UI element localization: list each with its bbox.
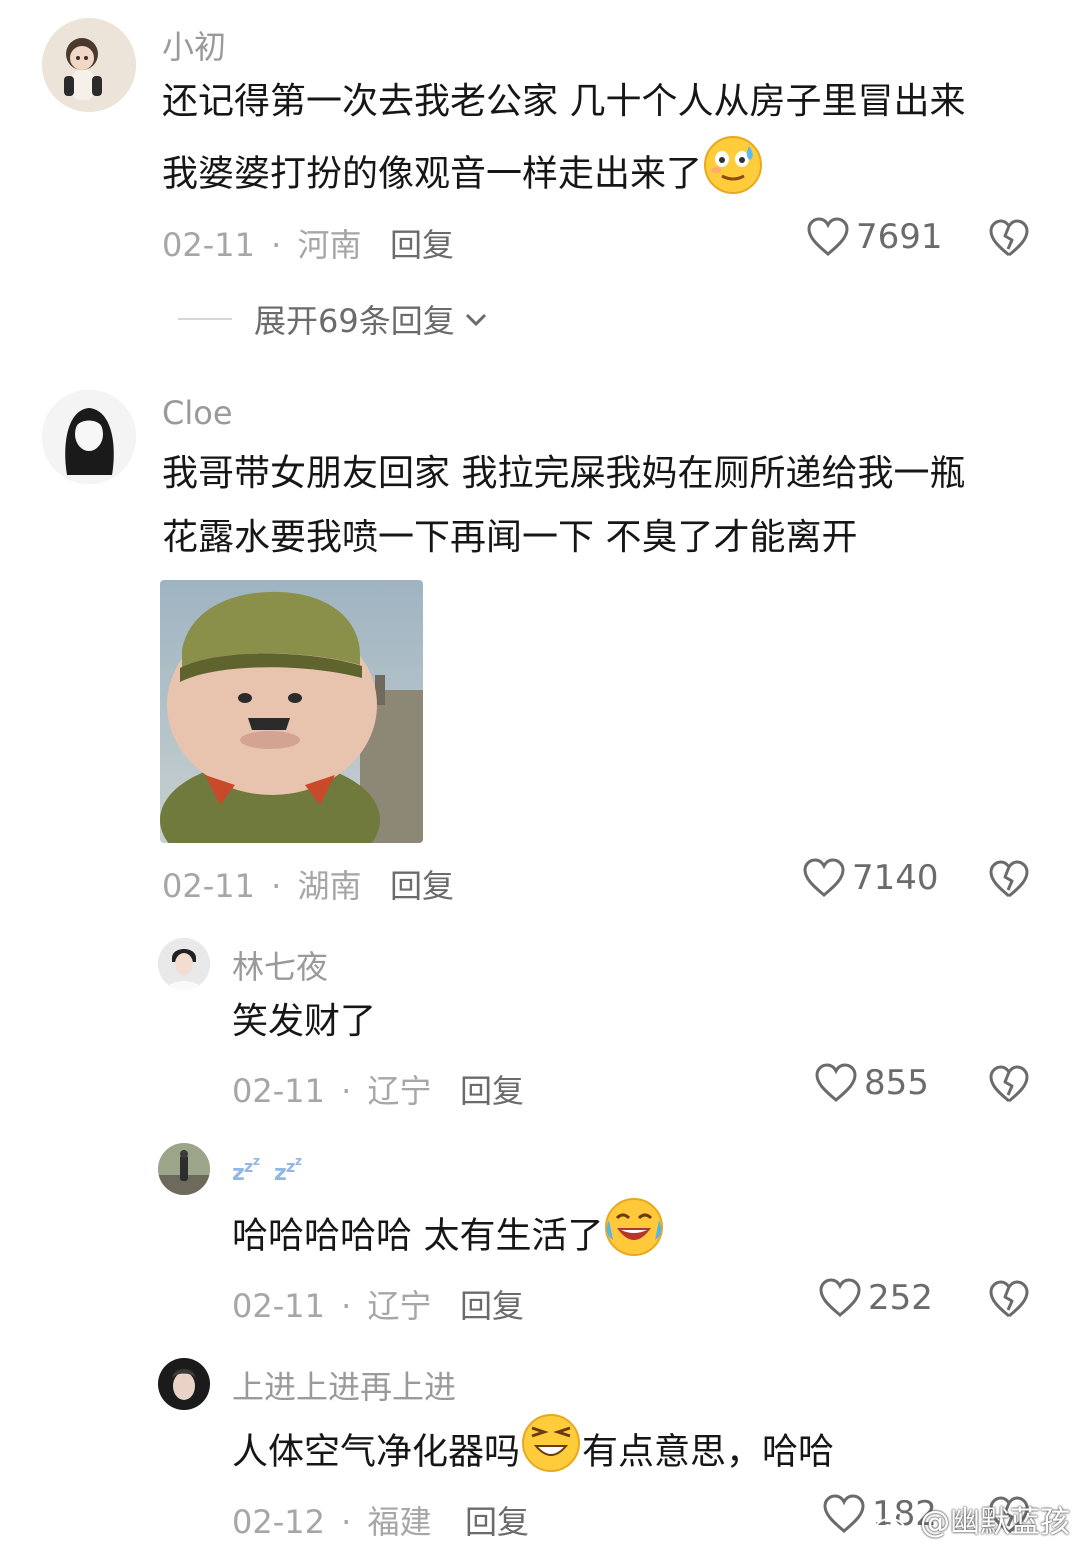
reply-button[interactable]: 回复 [465, 1497, 529, 1543]
comment-location: 河南 [297, 226, 362, 264]
reply-button[interactable]: 回复 [390, 220, 454, 266]
comment-text: 我哥带女朋友回家 我拉完屎我妈在厕所递给我一瓶 花露水要我喷一下再闻一下 不臭了… [162, 442, 1052, 570]
like-button[interactable]: 855 [814, 1063, 929, 1103]
reply-meta: 02-11 · 辽宁 [232, 1066, 432, 1112]
reply-date: 02-12 [232, 1503, 325, 1541]
like-count: 855 [864, 1063, 929, 1103]
divider-line [178, 318, 232, 320]
comment-text-line: 我婆婆打扮的像观音一样走出来了 [162, 134, 1052, 217]
svg-text:z: z [274, 1161, 287, 1186]
meta-separator: · [341, 1503, 352, 1541]
comment-meta: 02-11 · 河南 [162, 220, 362, 266]
watermark: @幽默蓝孩 [874, 1497, 1070, 1541]
reply-meta: 02-12 · 福建 [232, 1497, 432, 1543]
watermark-text: @幽默蓝孩 [920, 1505, 1070, 1540]
reply-text: 人体空气净化器吗 有点意思，哈哈 [232, 1412, 1052, 1495]
weibo-logo-icon [875, 1511, 909, 1538]
zzz-zzz-username-icon[interactable]: z z z z z z [232, 1150, 316, 1194]
reply-date: 02-11 [232, 1287, 325, 1325]
broken-heart-icon [989, 1280, 1029, 1318]
heart-icon [823, 1494, 865, 1533]
username[interactable]: 小初 [162, 22, 226, 68]
like-button[interactable]: 252 [818, 1278, 933, 1318]
comment-text-line: 我哥带女朋友回家 我拉完屎我妈在厕所递给我一瓶 [162, 453, 966, 494]
squint-laugh-emoji [520, 1412, 582, 1495]
cartoon-soldier-meme-image[interactable] [160, 580, 423, 843]
comment-location: 湖南 [297, 867, 362, 905]
svg-text:z: z [295, 1154, 302, 1168]
heart-icon [803, 858, 845, 897]
svg-text:z: z [244, 1157, 253, 1176]
broken-heart-icon [989, 219, 1029, 257]
username[interactable]: Cloe [162, 394, 233, 432]
username[interactable]: 上进上进再上进 [232, 1362, 456, 1408]
dislike-button[interactable] [988, 1279, 1030, 1323]
reply-location: 福建 [367, 1503, 432, 1541]
dislike-button[interactable] [988, 859, 1030, 903]
comment-date: 02-11 [162, 226, 255, 264]
comment-text-line: 花露水要我喷一下再闻一下 不臭了才能离开 [162, 517, 858, 558]
like-button[interactable]: 7140 [802, 858, 939, 898]
broken-heart-icon [989, 1065, 1029, 1103]
meta-separator: · [341, 1072, 352, 1110]
like-button[interactable]: 7691 [806, 217, 943, 257]
expand-replies-label: 展开69条回复 [254, 302, 455, 340]
reply-location: 辽宁 [367, 1287, 432, 1325]
username[interactable]: 林七夜 [232, 942, 328, 988]
reply-button[interactable]: 回复 [460, 1281, 524, 1327]
avatar[interactable] [42, 390, 136, 484]
reply-date: 02-11 [232, 1072, 325, 1110]
reply-button[interactable]: 回复 [390, 861, 454, 907]
like-count: 7140 [852, 858, 939, 898]
avatar[interactable] [158, 1143, 210, 1195]
crying-smile-emoji [702, 134, 764, 217]
heart-icon [807, 217, 849, 256]
reply-text: 哈哈哈哈哈 太有生活了 [232, 1196, 1012, 1279]
laughing-crying-emoji [603, 1196, 665, 1279]
like-count: 252 [868, 1278, 933, 1318]
comment-meta: 02-11 · 湖南 [162, 861, 362, 907]
avatar[interactable] [158, 938, 210, 990]
svg-text:z: z [232, 1161, 245, 1186]
reply-meta: 02-11 · 辽宁 [232, 1281, 432, 1327]
reply-text: 笑发财了 [232, 1001, 377, 1042]
heart-icon [819, 1278, 861, 1317]
comment-text: 还记得第一次去我老公家 几十个人从房子里冒出来 我婆婆打扮的像观音一样走出来了 [162, 70, 1052, 217]
avatar[interactable] [42, 18, 136, 112]
broken-heart-icon [989, 860, 1029, 898]
meta-separator: · [271, 867, 282, 905]
avatar[interactable] [158, 1358, 210, 1410]
comment-date: 02-11 [162, 867, 255, 905]
comment-text-line: 还记得第一次去我老公家 几十个人从房子里冒出来 [162, 81, 966, 122]
dislike-button[interactable] [988, 218, 1030, 262]
meta-separator: · [271, 226, 282, 264]
expand-replies-button[interactable]: 展开69条回复 [178, 296, 491, 342]
reply-location: 辽宁 [367, 1072, 432, 1110]
svg-text:z: z [253, 1154, 260, 1168]
meta-separator: · [341, 1287, 352, 1325]
heart-icon [815, 1063, 857, 1102]
dislike-button[interactable] [988, 1064, 1030, 1108]
reply-button[interactable]: 回复 [460, 1066, 524, 1112]
chevron-down-icon [465, 313, 486, 327]
svg-text:z: z [286, 1157, 295, 1176]
like-count: 7691 [856, 217, 943, 257]
